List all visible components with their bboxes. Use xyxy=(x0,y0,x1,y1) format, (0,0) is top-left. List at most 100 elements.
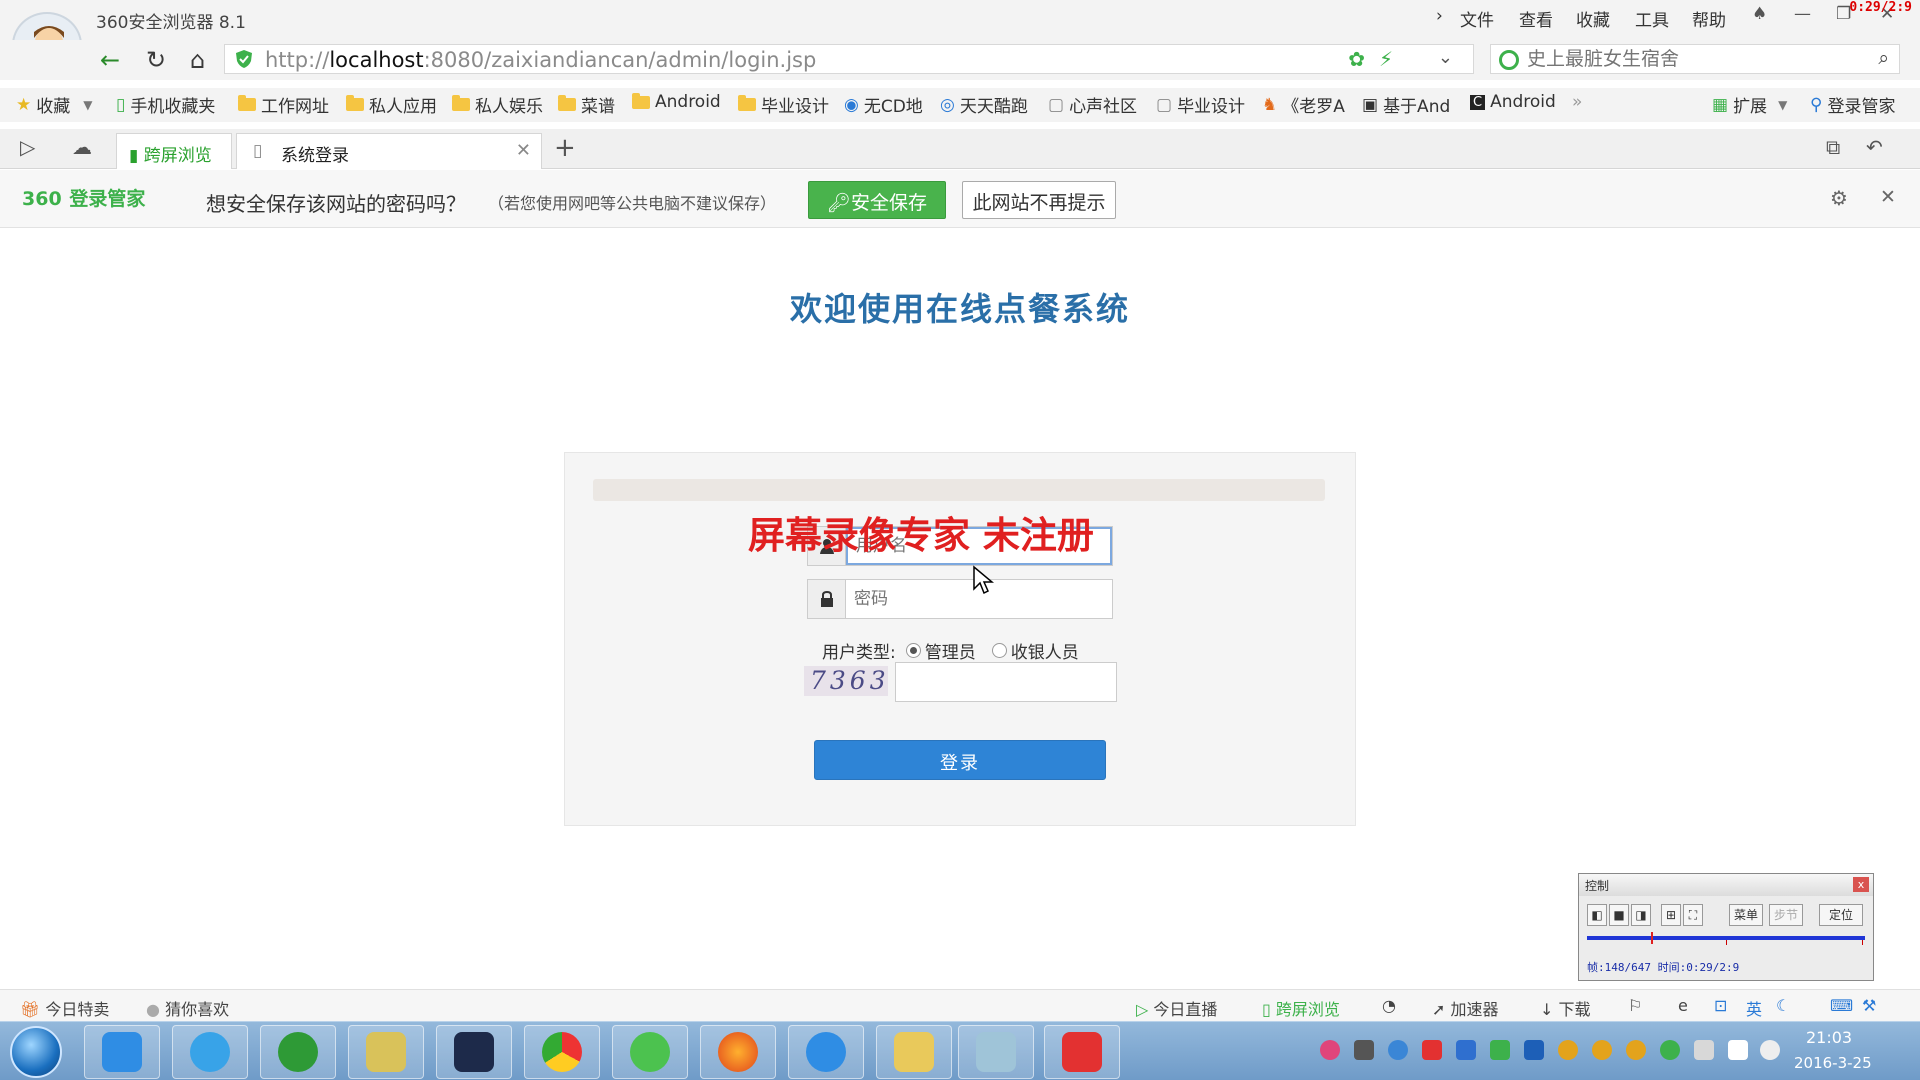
taskbar-firefox[interactable] xyxy=(700,1025,776,1079)
today-live[interactable]: ▷ 今日直播 xyxy=(1136,996,1217,1020)
search-input[interactable] xyxy=(1527,48,1857,70)
restore-tabs-icon[interactable]: ⧉ xyxy=(1826,135,1840,159)
shirt-icon[interactable]: ♠ xyxy=(1752,4,1767,24)
bookmark-community[interactable]: ▢ 心声社区 xyxy=(1048,92,1137,118)
clock-date[interactable]: 2016-3-25 xyxy=(1794,1054,1872,1072)
sync-icon[interactable]: ✿ xyxy=(1348,47,1365,71)
cross-screen-status[interactable]: ▯ 跨屏浏览 xyxy=(1262,996,1340,1020)
taskbar-s-app[interactable] xyxy=(436,1025,512,1079)
recorder-progress-track[interactable] xyxy=(1587,932,1865,945)
accelerator[interactable]: ➚ 加速器 xyxy=(1432,996,1499,1020)
flag-icon[interactable]: ⚐ xyxy=(1628,996,1642,1015)
rewind-icon[interactable]: ◧ xyxy=(1587,904,1607,926)
radio-cashier[interactable]: 收银人员 xyxy=(991,638,1079,663)
search-box[interactable]: ⌕ xyxy=(1490,44,1900,74)
bookmark-nocd[interactable]: ◉ 无CD地 xyxy=(844,92,923,118)
download[interactable]: ↓ 下载 xyxy=(1540,996,1591,1020)
tray-signal-icon[interactable] xyxy=(1728,1040,1748,1060)
gear-icon[interactable]: ⚙ xyxy=(1830,186,1848,210)
taskbar-notes[interactable] xyxy=(958,1025,1034,1079)
lightning-icon[interactable]: ⚡ xyxy=(1379,47,1393,71)
moon-icon[interactable]: ☾ xyxy=(1776,996,1790,1015)
login-button[interactable]: 登录 xyxy=(814,740,1106,780)
radio-cashier-circle[interactable] xyxy=(991,643,1007,658)
wrench-icon[interactable]: ⚒ xyxy=(1862,996,1876,1015)
guess-you-like[interactable]: ● 猜你喜欢 xyxy=(146,996,229,1020)
recorder-menu-button[interactable]: 菜单 xyxy=(1729,904,1763,926)
captcha-image[interactable]: 7363 xyxy=(804,666,888,696)
never-for-site-button[interactable]: 此网站不再提示 xyxy=(962,181,1116,219)
taskbar-tortoise-app[interactable] xyxy=(260,1025,336,1079)
close-tab-icon[interactable]: ✕ xyxy=(516,140,531,161)
ie-icon[interactable]: e xyxy=(1678,996,1688,1015)
home-icon[interactable]: ⌂ xyxy=(190,46,205,74)
recorder-progress-marker[interactable] xyxy=(1650,932,1653,944)
new-tab-button[interactable]: + xyxy=(554,133,576,163)
undo-close-icon[interactable]: ↶ xyxy=(1866,135,1883,159)
taskbar-tools-app[interactable] xyxy=(348,1025,424,1079)
captcha-input[interactable] xyxy=(895,662,1117,702)
bookmark-favorites[interactable]: ★ 收藏 ▼ xyxy=(16,92,92,118)
chevron-down-icon[interactable]: ⌄ xyxy=(1438,47,1453,68)
keyboard-icon[interactable]: ⌨ xyxy=(1830,996,1853,1015)
bookmark-work-sites[interactable]: 工作网址 xyxy=(238,92,329,117)
bookmark-laoluo[interactable]: ♞ 《老罗A xyxy=(1262,92,1345,118)
tab-cross-screen[interactable]: ▮ 跨屏浏览 xyxy=(116,133,232,169)
speed-icon[interactable]: ◔ xyxy=(1382,996,1396,1015)
taskbar-cloud-app[interactable] xyxy=(84,1025,160,1079)
tray-flower-icon[interactable] xyxy=(1320,1040,1340,1060)
fullscreen-icon[interactable]: ⛶ xyxy=(1683,904,1703,926)
login-manager-button[interactable]: ⚲ 登录管家 xyxy=(1810,92,1895,118)
bookmark-private-fun[interactable]: 私人娱乐 xyxy=(452,92,543,117)
secure-save-button[interactable]: 🔑︎安全保存 xyxy=(808,181,946,219)
tray-recorder-icon[interactable] xyxy=(1422,1040,1442,1060)
tray-plus-icon[interactable] xyxy=(1660,1040,1680,1060)
recorder-step-button[interactable]: 步节 xyxy=(1769,904,1803,926)
bookmark-graduation-2[interactable]: ▢ 毕业设计 xyxy=(1156,92,1245,118)
bookmark-graduation[interactable]: 毕业设计 xyxy=(738,92,829,117)
taskbar-recorder[interactable] xyxy=(1044,1025,1120,1079)
cloud-icon[interactable]: ☁ xyxy=(72,135,92,159)
refresh-icon[interactable]: ↻ xyxy=(146,46,166,74)
tray-volume-icon[interactable] xyxy=(1760,1040,1780,1060)
extensions-button[interactable]: ▦ 扩展 ▼ xyxy=(1712,92,1787,118)
tray-shield-icon[interactable] xyxy=(1456,1040,1476,1060)
chevron-right-icon[interactable]: › xyxy=(1436,6,1443,26)
radio-admin-circle[interactable] xyxy=(905,643,921,658)
search-icon[interactable]: ⌕ xyxy=(1878,47,1889,69)
close-icon[interactable]: ✕ xyxy=(1880,186,1896,208)
tab-system-login[interactable]: ▯ 系统登录 ✕ xyxy=(236,133,542,169)
bookmark-android-2[interactable]: C Android xyxy=(1470,92,1556,112)
bookmark-based-on-android[interactable]: ▣ 基于And xyxy=(1362,92,1450,118)
pause-icon[interactable]: ■ xyxy=(1609,904,1629,926)
bookmark-mobile[interactable]: ▯ 手机收藏夹 xyxy=(116,92,215,118)
url-field[interactable]: http://localhost:8080/zaixiandiancan/adm… xyxy=(224,44,1474,74)
tray-camera-icon[interactable] xyxy=(1354,1040,1374,1060)
taskbar-share-app[interactable] xyxy=(172,1025,248,1079)
bookmark-parkour[interactable]: ◎ 天天酷跑 xyxy=(940,92,1028,118)
today-deals[interactable]: 🎁︎ 今日特卖 xyxy=(20,996,109,1020)
more-bookmarks-icon[interactable]: » xyxy=(1572,92,1582,112)
recorder-locate-button[interactable]: 定位 xyxy=(1819,904,1863,926)
taskbar-explorer[interactable] xyxy=(876,1025,952,1079)
ime-lang[interactable]: 英 xyxy=(1746,996,1762,1020)
taskbar-360-browser[interactable] xyxy=(612,1025,688,1079)
tray-qq-icon[interactable] xyxy=(1626,1040,1646,1060)
tray-360-icon[interactable] xyxy=(1490,1040,1510,1060)
password-field[interactable] xyxy=(807,579,1113,619)
menu-view[interactable]: 查看 xyxy=(1519,6,1553,31)
start-button[interactable] xyxy=(10,1026,62,1078)
radio-admin[interactable]: 管理员 xyxy=(905,638,976,663)
tray-qq-icon[interactable] xyxy=(1558,1040,1578,1060)
minimize-button[interactable]: — xyxy=(1794,4,1811,24)
sidebar-toggle-icon[interactable]: ▷ xyxy=(20,135,35,159)
menu-help[interactable]: 帮助 xyxy=(1692,6,1726,31)
menu-file[interactable]: 文件 xyxy=(1460,6,1494,31)
fit-icon[interactable]: ⊞ xyxy=(1661,904,1681,926)
taskbar-chrome[interactable] xyxy=(524,1025,600,1079)
forward-icon[interactable]: ◨ xyxy=(1631,904,1651,926)
tray-network-app-icon[interactable] xyxy=(1524,1040,1544,1060)
ime-icon[interactable]: ⊡ xyxy=(1714,996,1727,1015)
menu-favorites[interactable]: 收藏 xyxy=(1576,6,1610,31)
clock-time[interactable]: 21:03 xyxy=(1806,1028,1852,1047)
